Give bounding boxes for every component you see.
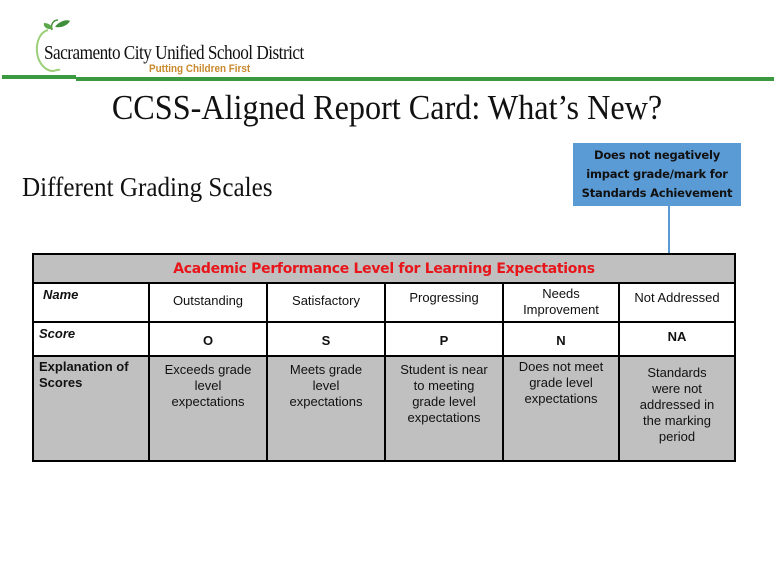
score-cell: NA — [667, 329, 687, 344]
district-name: Sacramento City Unified School District — [44, 42, 304, 64]
table-header: Academic Performance Level for Learning … — [34, 255, 734, 284]
section-title: Different Grading Scales — [22, 172, 273, 202]
explanation-cell: Student is near to meeting grade level e… — [386, 357, 504, 460]
level-name: Outstanding — [172, 293, 244, 308]
page-title: CCSS-Aligned Report Card: What’s New? — [111, 88, 663, 127]
callout-line: Does not negatively — [593, 148, 721, 162]
level-name: Not Addressed — [634, 290, 720, 305]
explanation-line: grade level — [529, 375, 593, 390]
score-cell: P — [386, 323, 504, 355]
level-name-cell: Outstanding — [150, 284, 268, 321]
explanation-cell: Exceeds grade level expectations — [150, 357, 268, 460]
explanation-line: expectations — [407, 410, 481, 425]
level-name: Improvement — [523, 302, 599, 317]
level-name-cell: Satisfactory — [268, 284, 386, 321]
header-rule — [76, 77, 774, 81]
explanation-line: period — [658, 429, 696, 444]
level-name-cell: Progressing — [386, 284, 504, 321]
explanation-line: addressed in — [639, 397, 715, 412]
explanation-line: Exceeds grade — [164, 362, 252, 377]
explanation-line: expectations — [289, 394, 363, 409]
callout-line: impact grade/mark for — [586, 167, 728, 181]
explanation-line: grade level — [412, 394, 476, 409]
explanation-cell: Standards were not addressed in the mark… — [620, 357, 734, 460]
level-name: Satisfactory — [292, 293, 360, 308]
row-label-explanation: Explanation of Scores — [34, 357, 150, 460]
level-name: Needs — [542, 286, 580, 301]
explanation-line: the marking — [643, 413, 711, 428]
explanation-line: level — [312, 378, 340, 393]
grading-scale-table: Academic Performance Level for Learning … — [32, 253, 736, 462]
explanation-line: level — [194, 378, 222, 393]
row-label-line: Scores — [39, 375, 83, 390]
row-label-score: Score — [34, 323, 150, 355]
score-cell: N — [504, 323, 620, 355]
callout-line: Standards Achievement — [581, 186, 733, 200]
table-row-explanation: Explanation of Scores Exceeds grade leve… — [34, 357, 734, 460]
table-row-score: Score O S P N NA — [34, 323, 734, 357]
level-name-cell: Needs Improvement — [504, 284, 620, 321]
explanation-cell: Meets grade level expectations — [268, 357, 386, 460]
level-name: Progressing — [409, 290, 479, 305]
level-name-cell: Not Addressed — [620, 284, 734, 321]
explanation-line: Student is near — [400, 362, 488, 377]
score-cell: O — [150, 323, 268, 355]
explanation-line: Does not meet — [518, 359, 604, 374]
explanation-line: expectations — [171, 394, 245, 409]
explanation-line: expectations — [524, 391, 598, 406]
header-rule-left — [2, 75, 76, 79]
callout-box: Does not negatively impact grade/mark fo… — [573, 143, 741, 206]
explanation-line: Standards — [647, 365, 707, 380]
row-label-line: Explanation of — [39, 359, 129, 374]
explanation-line: were not — [652, 381, 702, 396]
row-label-name: Name — [34, 284, 150, 321]
district-logo: Sacramento City Unified School District … — [34, 18, 304, 76]
explanation-line: Meets grade — [289, 362, 363, 377]
explanation-line: to meeting — [413, 378, 475, 393]
score-cell: S — [268, 323, 386, 355]
table-header-title: Academic Performance Level for Learning … — [173, 261, 595, 277]
district-tagline: Putting Children First — [149, 63, 251, 75]
explanation-cell: Does not meet grade level expectations — [504, 357, 620, 460]
table-row-name: Name Outstanding Satisfactory Progressin… — [34, 284, 734, 323]
